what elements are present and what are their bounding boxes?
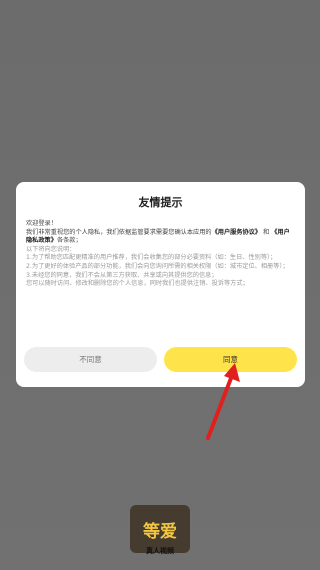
detail-line: 2.为了更好的体验产品的部分功能，我们会向您询问所需的相关权限（如：城市定位、相… (26, 262, 289, 270)
greeting-text: 欢迎登录！ (26, 220, 57, 227)
detail-line: 3.未经您的同意，我们不会从第三方获取、共享或向其提供您的信息； (26, 271, 218, 279)
dialog-body: 欢迎登录！ 我们非常重视您的个人隐私，我们依据监管要求需要您确认本应用的《用户服… (26, 220, 295, 289)
app-name-label: 真人视频 (146, 547, 174, 555)
detail-line: 您可以随时访问、修改和删除您的个人信息，同时我们也提供注销、投诉等方式； (26, 280, 249, 288)
detail-line: 1.为了帮助您匹配更精准的用户推荐，我们会收集您的部分必要资料（如：生日、性别等… (26, 254, 277, 262)
dialog-buttons: 不同意 同意 (24, 347, 297, 372)
disagree-button[interactable]: 不同意 (24, 347, 157, 372)
details-list: 以下将向您说明： 1.为了帮助您匹配更精准的用户推荐，我们会收集您的部分必要资料… (26, 246, 295, 289)
dialog-title: 友情提示 (138, 196, 183, 209)
user-agreement-link[interactable]: 《用户服务协议》 (212, 229, 262, 236)
intro-text: 我们非常重视您的个人隐私，我们依据监管要求需要您确认本应用的《用户服务协议》 和… (26, 228, 290, 245)
privacy-dialog: 友情提示 欢迎登录！ 我们非常重视您的个人隐私，我们依据监管要求需要您确认本应用… (16, 182, 305, 387)
red-arrow-annotation (206, 363, 240, 440)
